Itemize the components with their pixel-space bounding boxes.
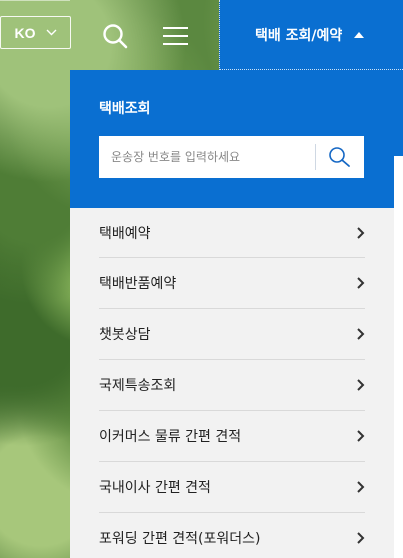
background-line (0, 0, 70, 1)
menu-item-label: 포워딩 간편 견적(포워더스) (99, 531, 261, 547)
language-label: KO (14, 24, 36, 41)
menu-item-chatbot[interactable]: 챗봇상담 (99, 309, 365, 360)
language-selector[interactable]: KO (0, 16, 71, 49)
service-menu-list: 택배예약 택배반품예약 챗봇상담 국제특송조회 이커머스 물류 간편 견적 국내… (70, 208, 403, 558)
menu-item-label: 국제특송조회 (99, 378, 177, 394)
menu-item-return-reservation[interactable]: 택배반품예약 (99, 258, 365, 309)
chevron-down-icon (46, 29, 56, 36)
scrollbar-track[interactable] (394, 208, 403, 558)
menu-item-label: 국내이사 간편 견적 (99, 480, 211, 496)
tracking-search-button[interactable] (316, 136, 364, 178)
tracking-number-input[interactable] (99, 136, 315, 178)
search-icon (329, 147, 350, 167)
track-tab-label: 택배 조회/예약 (255, 27, 343, 44)
search-icon[interactable] (101, 23, 129, 49)
chevron-right-icon (357, 532, 365, 544)
chevron-right-icon (357, 277, 365, 289)
menu-item-label: 택배예약 (99, 225, 151, 242)
caret-up-icon (354, 31, 365, 38)
hamburger-menu-icon[interactable] (163, 27, 188, 45)
chevron-right-icon (357, 379, 365, 391)
panel-title: 택배조회 (99, 101, 151, 117)
track-reserve-tab[interactable]: 택배 조회/예약 (219, 0, 403, 70)
tracking-search-box (99, 136, 364, 178)
menu-item-international-tracking[interactable]: 국제특송조회 (99, 360, 365, 411)
tracking-panel: 택배조회 (70, 70, 403, 208)
chevron-right-icon (357, 430, 365, 442)
menu-item-ecommerce-quote[interactable]: 이커머스 물류 간편 견적 (99, 411, 365, 462)
chevron-right-icon (357, 481, 365, 493)
scrollbar-track-top (394, 156, 403, 208)
menu-item-parcel-reservation[interactable]: 택배예약 (99, 208, 365, 258)
menu-item-moving-quote[interactable]: 국내이사 간편 견적 (99, 462, 365, 513)
menu-item-forwarding-quote[interactable]: 포워딩 간편 견적(포워더스) (99, 513, 365, 558)
menu-item-label: 택배반품예약 (99, 276, 177, 292)
menu-item-label: 이커머스 물류 간편 견적 (99, 429, 242, 445)
menu-item-label: 챗봇상담 (99, 327, 151, 343)
chevron-right-icon (357, 328, 365, 340)
service-menu-panel: 택배예약 택배반품예약 챗봇상담 국제특송조회 이커머스 물류 간편 견적 국내… (70, 208, 403, 558)
chevron-right-icon (357, 226, 365, 239)
